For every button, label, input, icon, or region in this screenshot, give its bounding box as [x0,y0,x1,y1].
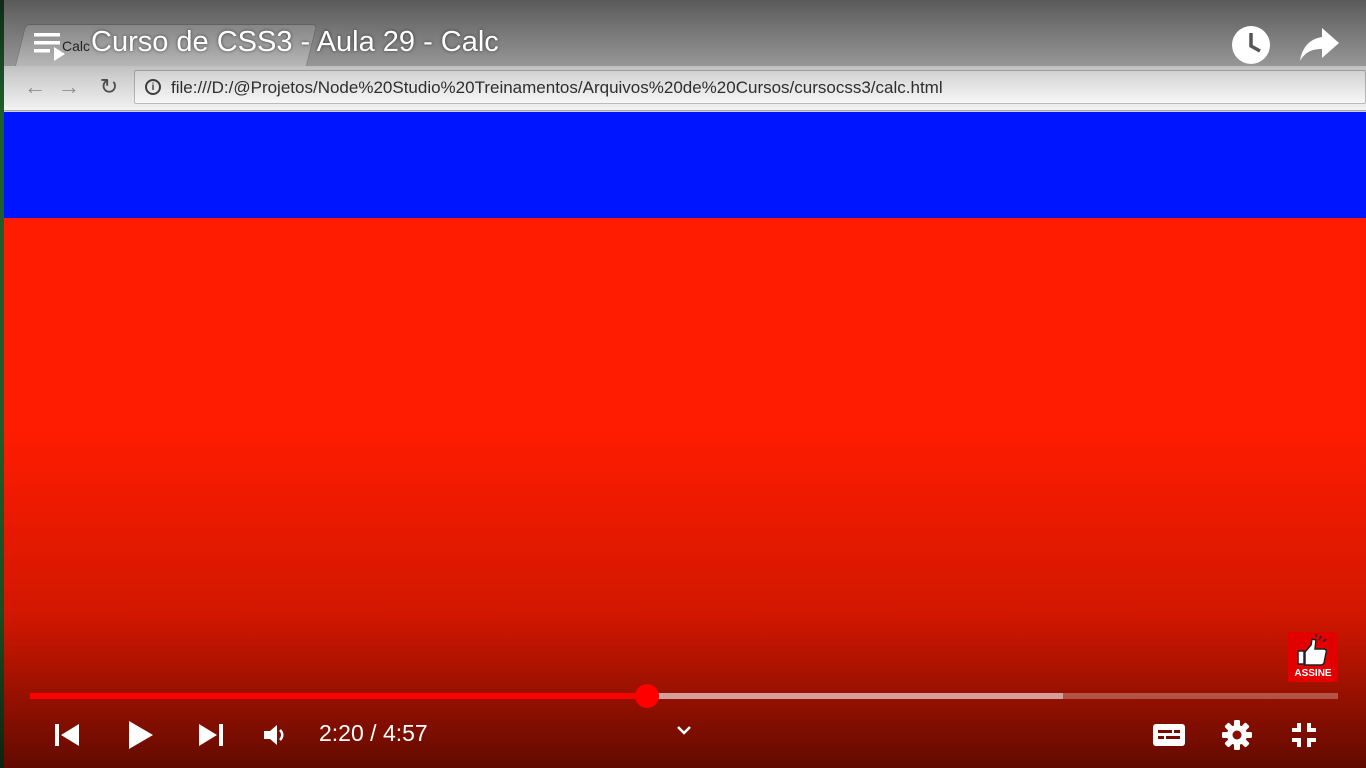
play-icon[interactable] [120,714,160,756]
video-title[interactable]: Curso de CSS3 - Aula 29 - Calc [91,26,499,59]
volume-icon[interactable] [259,720,291,750]
blue-header-band [4,112,1366,218]
share-icon[interactable] [1298,26,1340,64]
playlist-icon[interactable] [34,30,68,62]
video-player[interactable]: Calc ← → ↻ i file:///D:/@Projetos/Node%2… [0,0,1366,768]
gear-icon[interactable] [1219,717,1255,753]
duration: 4:57 [382,720,428,746]
reload-icon: ↻ [99,74,119,99]
time-separator: / [370,720,377,746]
address-bar: i file:///D:/@Projetos/Node%20Studio%20T… [134,70,1366,104]
subscribe-watermark[interactable]: ASSINE [1288,632,1338,682]
back-icon: ← [24,74,46,99]
browser-toolbar: ← → ↻ i file:///D:/@Projetos/Node%20Stud… [4,66,1366,111]
exit-fullscreen-icon[interactable] [1286,717,1322,753]
info-icon: i [145,79,161,95]
time-display: 2:20 / 4:57 [319,720,428,747]
forward-icon: → [58,74,80,99]
previous-icon[interactable] [50,718,84,752]
red-content-area [4,218,1366,768]
clock-icon[interactable] [1230,24,1272,66]
subscribe-label: ASSINE [1294,668,1332,679]
address-url: file:///D:/@Projetos/Node%20Studio%20Tre… [171,78,943,97]
progress-bar[interactable] [30,684,1338,708]
progress-scrubber[interactable] [634,684,659,708]
thumbs-up-icon [1297,634,1328,666]
next-icon[interactable] [194,718,228,752]
current-time: 2:20 [319,720,364,746]
captions-icon[interactable] [1150,718,1188,752]
progress-played [30,693,647,699]
chevron-down-icon[interactable] [672,718,696,742]
